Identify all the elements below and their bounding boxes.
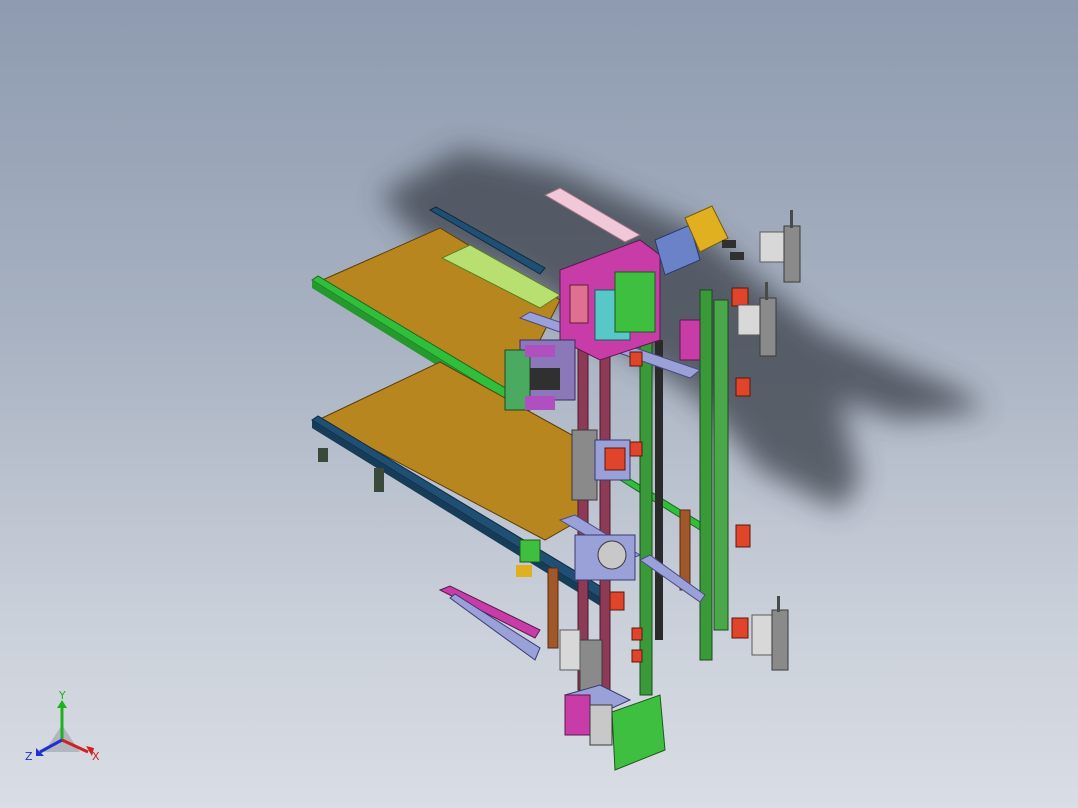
lower-feeder[interactable]	[438, 585, 541, 661]
sensor-top[interactable]	[759, 210, 801, 283]
sensor-lower-right[interactable]	[751, 596, 789, 671]
x-label: X	[92, 750, 100, 763]
foot-mid	[374, 468, 384, 492]
foot-left	[318, 448, 328, 462]
reference-triad[interactable]: Y X Z	[22, 690, 112, 770]
y-label: Y	[58, 690, 66, 702]
graphics-viewport[interactable]: Y X Z	[0, 0, 1078, 808]
z-label: Z	[25, 750, 33, 763]
sensor-lower-left[interactable]	[559, 629, 581, 671]
cad-model-assembly[interactable]	[0, 0, 1078, 808]
